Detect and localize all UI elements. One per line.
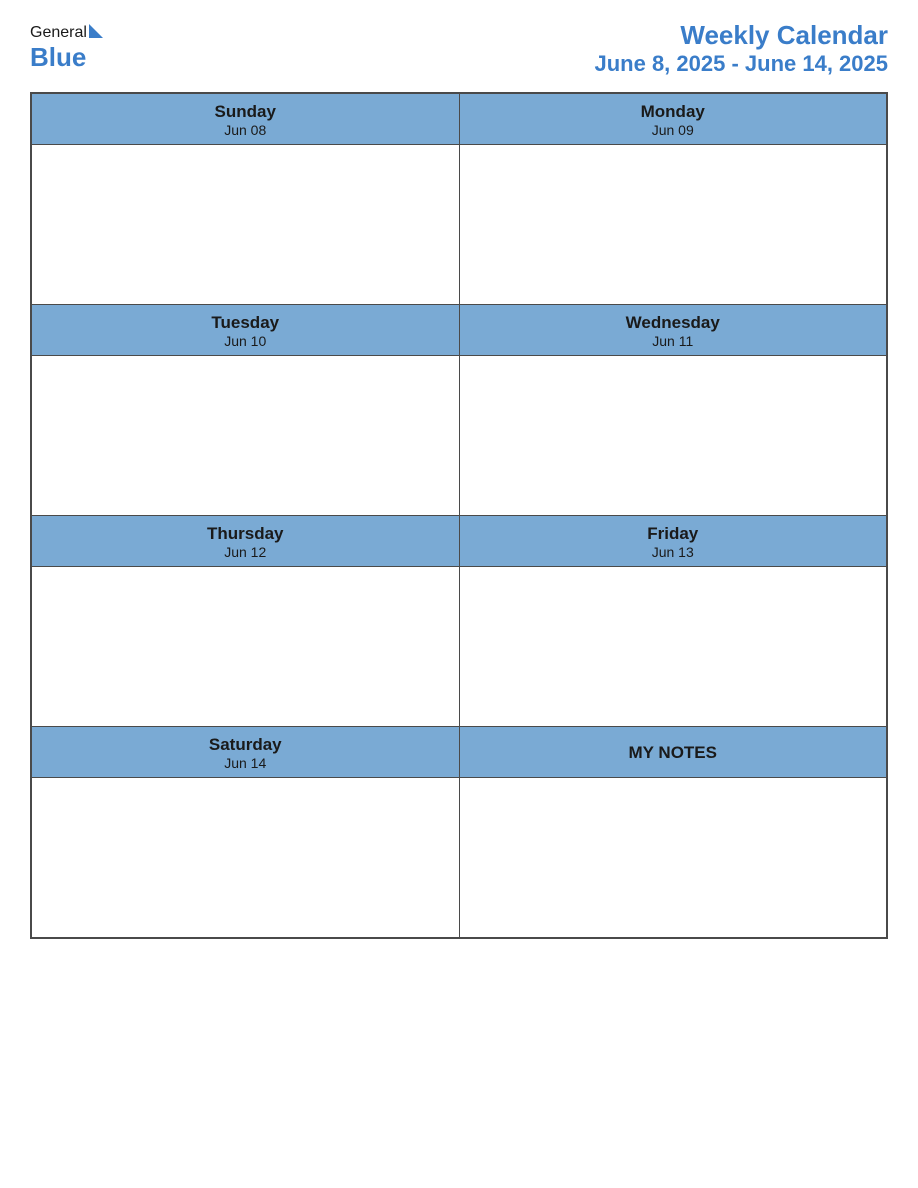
calendar-grid: Sunday Jun 08 Monday Jun 09 Tuesday Jun … — [30, 92, 888, 939]
calendar-date-range: June 8, 2025 - June 14, 2025 — [594, 51, 888, 77]
sunday-cell[interactable] — [32, 145, 460, 305]
row-4-headers: Saturday Jun 14 MY NOTES — [32, 727, 887, 778]
monday-date: Jun 09 — [465, 122, 882, 138]
notes-cell[interactable] — [459, 778, 887, 938]
wednesday-header: Wednesday Jun 11 — [459, 305, 887, 356]
row-2-headers: Tuesday Jun 10 Wednesday Jun 11 — [32, 305, 887, 356]
wednesday-cell[interactable] — [459, 356, 887, 516]
calendar-title-block: Weekly Calendar June 8, 2025 - June 14, … — [594, 20, 888, 77]
saturday-header: Saturday Jun 14 — [32, 727, 460, 778]
wednesday-date: Jun 11 — [465, 333, 882, 349]
row-1-headers: Sunday Jun 08 Monday Jun 09 — [32, 94, 887, 145]
friday-cell[interactable] — [459, 567, 887, 727]
thursday-date: Jun 12 — [37, 544, 454, 560]
row-1-cells — [32, 145, 887, 305]
sunday-date: Jun 08 — [37, 122, 454, 138]
logo-text-blue: Blue — [30, 42, 103, 73]
saturday-cell[interactable] — [32, 778, 460, 938]
saturday-name: Saturday — [37, 735, 454, 755]
row-2-cells — [32, 356, 887, 516]
sunday-name: Sunday — [37, 102, 454, 122]
friday-name: Friday — [465, 524, 882, 544]
friday-header: Friday Jun 13 — [459, 516, 887, 567]
logo-text-general: General — [30, 24, 87, 42]
monday-name: Monday — [465, 102, 882, 122]
monday-cell[interactable] — [459, 145, 887, 305]
notes-header: MY NOTES — [459, 727, 887, 778]
page-header: General Blue Weekly Calendar June 8, 202… — [30, 20, 888, 77]
wednesday-name: Wednesday — [465, 313, 882, 333]
row-3-cells — [32, 567, 887, 727]
logo: General Blue — [30, 24, 103, 73]
thursday-cell[interactable] — [32, 567, 460, 727]
tuesday-name: Tuesday — [37, 313, 454, 333]
thursday-header: Thursday Jun 12 — [32, 516, 460, 567]
friday-date: Jun 13 — [465, 544, 882, 560]
sunday-header: Sunday Jun 08 — [32, 94, 460, 145]
notes-title: MY NOTES — [629, 743, 717, 762]
row-3-headers: Thursday Jun 12 Friday Jun 13 — [32, 516, 887, 567]
calendar-title: Weekly Calendar — [594, 20, 888, 51]
monday-header: Monday Jun 09 — [459, 94, 887, 145]
thursday-name: Thursday — [37, 524, 454, 544]
tuesday-date: Jun 10 — [37, 333, 454, 349]
tuesday-header: Tuesday Jun 10 — [32, 305, 460, 356]
tuesday-cell[interactable] — [32, 356, 460, 516]
saturday-date: Jun 14 — [37, 755, 454, 771]
row-4-cells — [32, 778, 887, 938]
logo-triangle-icon — [89, 24, 103, 38]
